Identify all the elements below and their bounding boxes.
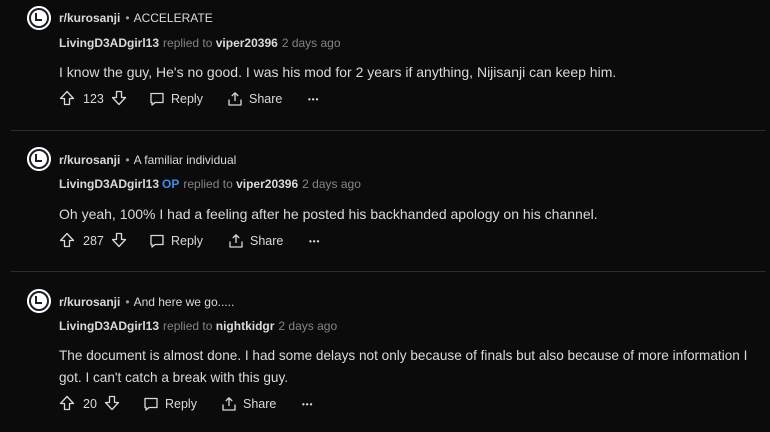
vote-score: 20	[83, 397, 97, 411]
timestamp: 2 days ago	[302, 177, 361, 191]
separator-dot: •	[125, 11, 130, 25]
author-link[interactable]: LivingD3ADgirl13	[59, 177, 159, 191]
separator-dot: •	[125, 295, 130, 309]
share-icon	[228, 233, 244, 249]
timestamp: 2 days ago	[278, 319, 338, 333]
reply-bubble-icon	[149, 233, 165, 249]
upvote-icon[interactable]	[59, 232, 75, 251]
comment-body: The document is almost done. I had some …	[59, 348, 748, 385]
reply-button[interactable]: Reply	[149, 89, 203, 109]
timestamp: 2 days ago	[281, 36, 341, 50]
post-title-link[interactable]: ACCELERATE	[134, 11, 213, 25]
comment-divider	[11, 271, 766, 272]
upvote-icon[interactable]	[59, 90, 75, 109]
post-title-link[interactable]: And here we go.....	[134, 295, 235, 309]
more-options-button[interactable]: •••	[302, 394, 313, 414]
subreddit-link[interactable]: r/kurosanji	[59, 153, 120, 167]
reply-label: Reply	[165, 397, 197, 411]
comment-body: I know the guy, He's no good. I was his …	[59, 64, 617, 80]
replied-to-label: replied to	[163, 36, 213, 50]
comment-meta: LivingD3ADgirl13 replied to viper20396 2 d…	[59, 36, 341, 50]
op-badge: OP	[162, 177, 180, 191]
subreddit-link[interactable]: r/kurosanji	[59, 11, 120, 25]
comment-header: r/kurosanji • And here we go.....	[59, 295, 234, 309]
share-button[interactable]: Share	[221, 394, 276, 414]
subreddit-avatar-icon[interactable]	[27, 6, 51, 30]
replied-to-label: replied to	[163, 319, 213, 333]
vote-score: 123	[83, 92, 104, 106]
downvote-icon[interactable]	[111, 90, 127, 109]
more-options-button[interactable]: •••	[309, 231, 320, 251]
vote-group: 20	[59, 394, 120, 414]
separator-dot: •	[125, 153, 130, 167]
share-label: Share	[249, 92, 283, 106]
downvote-icon[interactable]	[104, 395, 120, 414]
subreddit-avatar-icon[interactable]	[27, 289, 51, 313]
downvote-icon[interactable]	[111, 232, 127, 251]
comment-body: Oh yeah, 100% I had a feeling after he p…	[59, 206, 598, 222]
author-link[interactable]: LivingD3ADgirl13	[59, 36, 159, 50]
subreddit-avatar-icon[interactable]	[27, 147, 51, 171]
share-button[interactable]: Share	[227, 89, 282, 109]
replied-to-user-link[interactable]: viper20396	[216, 36, 278, 50]
share-button[interactable]: Share	[228, 231, 283, 251]
reply-button[interactable]: Reply	[143, 394, 197, 414]
share-label: Share	[250, 234, 284, 248]
reply-bubble-icon	[149, 91, 165, 107]
replied-to-label: replied to	[183, 177, 233, 191]
author-link[interactable]: LivingD3ADgirl13	[59, 319, 159, 333]
vote-group: 287	[59, 231, 127, 251]
reply-bubble-icon	[143, 396, 159, 412]
share-label: Share	[243, 397, 277, 411]
replied-to-user-link[interactable]: viper20396	[236, 177, 298, 191]
vote-score: 287	[83, 234, 104, 248]
comment-meta: LivingD3ADgirl13 OP replied to viper20396 2…	[59, 177, 361, 191]
vote-group: 123	[59, 89, 127, 109]
reply-label: Reply	[171, 92, 203, 106]
post-title-link[interactable]: A familiar individual	[134, 153, 237, 167]
subreddit-link[interactable]: r/kurosanji	[59, 295, 120, 309]
upvote-icon[interactable]	[59, 395, 75, 414]
share-icon	[227, 91, 243, 107]
comment-divider	[11, 130, 766, 131]
comment-header: r/kurosanji • A familiar individual	[59, 153, 236, 167]
comment-meta: LivingD3ADgirl13 replied to nightkidgr 2 d…	[59, 319, 337, 333]
more-options-button[interactable]: •••	[308, 89, 319, 109]
share-icon	[221, 396, 237, 412]
comment-header: r/kurosanji • ACCELERATE	[59, 11, 213, 25]
reply-button[interactable]: Reply	[149, 231, 203, 251]
replied-to-user-link[interactable]: nightkidgr	[216, 319, 275, 333]
reply-label: Reply	[171, 234, 203, 248]
